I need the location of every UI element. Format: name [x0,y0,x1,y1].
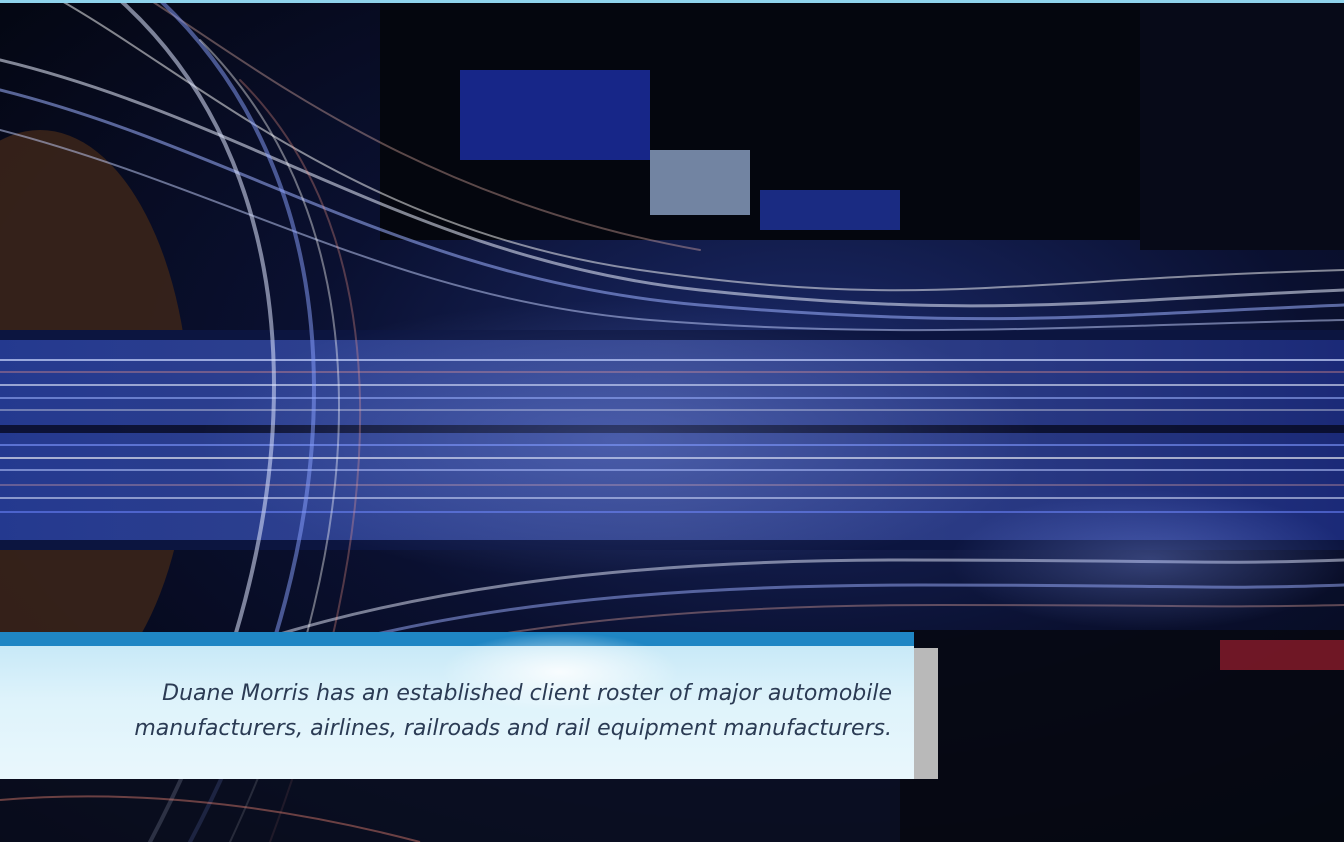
hero-banner: Duane Morris has an established client r… [0,0,1344,842]
quote-panel: Duane Morris has an established client r… [0,632,914,779]
pull-quote-line-2: manufacturers, airlines, railroads and r… [134,716,892,741]
pull-quote-line-1: Duane Morris has an established client r… [162,681,892,706]
pull-quote: Duane Morris has an established client r… [12,676,892,746]
top-accent-rule [0,0,1344,3]
